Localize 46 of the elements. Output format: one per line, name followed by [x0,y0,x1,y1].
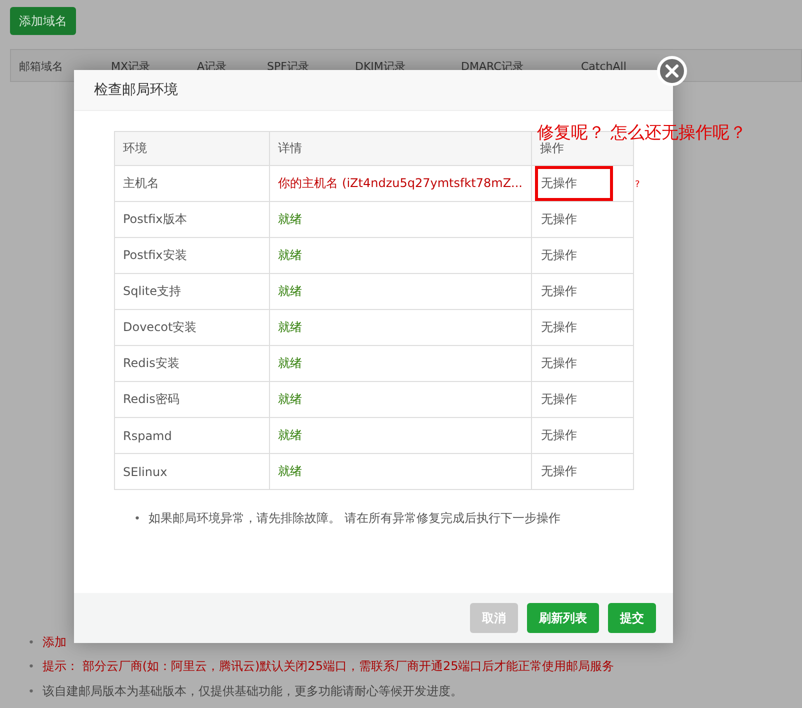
status-text: 就绪 [278,212,302,226]
notice-text: 提示： 部分云厂商(如：阿里云，腾讯云)默认关闭25端口，需联系厂商开通25端口后才能正常使用邮局服务 [42,658,614,676]
table-cell: Postfix版本 [114,202,270,238]
column-header: CatchAll [581,60,626,73]
notice-text: 该自建邮局版本为基础版本，仅提供基础功能，更多功能请耐心等候开发进度。 [42,682,462,700]
status-text: 就绪 [278,248,302,262]
dialog-button[interactable]: 提交 [608,603,656,633]
table-cell: Postfix安装 [114,238,270,274]
table-cell: SElinux [114,454,270,490]
hint-text: 如果邮局环境异常，请先排除故障。 请在所有异常修复完成后执行下一步操作 [148,510,560,527]
status-text: 就绪 [278,392,302,406]
dialog-button[interactable]: 刷新列表 [527,603,599,633]
dialog-title: 检查邮局环境 [74,70,673,111]
table-cell: Redis密码 [114,382,270,418]
status-text: 就绪 [278,284,302,298]
action-text: 无操作 [540,247,578,264]
bullet: • [28,660,34,674]
bullet: • [134,512,140,525]
close-icon[interactable] [657,56,687,86]
status-text: 就绪 [278,356,302,370]
column-header: 详情 [270,132,532,166]
status-text: 就绪 [278,464,302,478]
bullet: • [28,684,34,698]
annotation-mark: ? [635,180,640,190]
action-text: 无操作 [534,166,613,201]
table-cell: Sqlite支持 [114,274,270,310]
table-cell: 主机名 [114,166,270,202]
column-header: 邮箱域名 [19,60,63,73]
add-domain-button[interactable]: 添加域名 [10,7,76,35]
action-text: 无操作 [540,355,578,372]
action-text: 无操作 [540,319,578,336]
status-text: 就绪 [278,320,302,334]
table-cell: Dovecot安装 [114,310,270,346]
action-text: 无操作 [540,427,578,444]
action-text: 无操作 [540,391,578,408]
notice-text: 添加 [42,634,66,651]
status-text: 就绪 [278,428,302,442]
table-cell: Redis安装 [114,346,270,382]
column-header: 环境 [114,132,270,166]
status-text: 你的主机名 (iZt4ndzu5q27ymtsfkt78mZ... [278,176,522,190]
action-text: 无操作 [540,211,578,228]
table-cell: Rspamd [114,418,270,454]
action-text: 无操作 [540,283,578,300]
annotation-text: 修复呢？ 怎么还无操作呢？ [537,122,746,143]
action-text: 无操作 [540,463,578,480]
bullet: • [28,636,34,649]
